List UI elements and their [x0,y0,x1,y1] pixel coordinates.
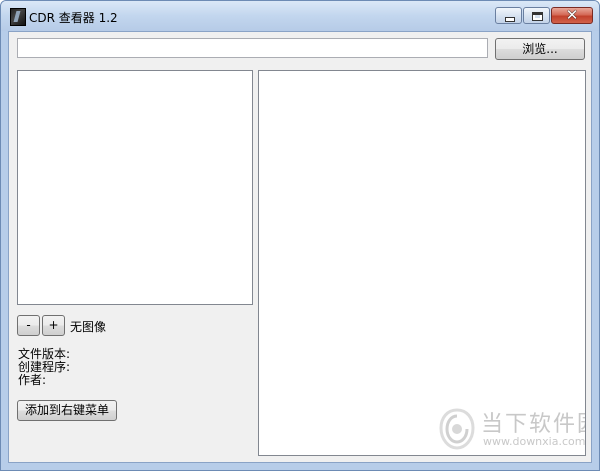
minimize-button[interactable] [495,7,522,24]
maximize-button[interactable] [523,7,550,24]
author-label: 作者: [18,373,47,387]
file-path-input[interactable] [17,38,488,58]
client-area: 浏览... - + 无图像 文件版本: 创建程序: 作者: 添加到右键菜单 当下… [8,31,592,463]
browse-button[interactable]: 浏览... [495,38,585,60]
cdr-app-icon [10,8,26,26]
zoom-in-button[interactable]: + [42,315,65,336]
minimize-icon [505,17,515,22]
downxia-logo-icon [439,408,475,450]
watermark: 当下软件园 www.downxia.com [439,398,586,455]
image-status-label: 无图像 [70,320,107,334]
close-icon: ✕ [565,6,579,24]
title-bar[interactable]: CDR 查看器 1.2 ✕ [1,1,599,31]
caption-buttons: ✕ [495,6,593,25]
thumbnail-list[interactable] [17,70,253,305]
app-window: CDR 查看器 1.2 ✕ 浏览... - + 无图像 文件版本: 创建程序: … [0,0,600,471]
add-context-menu-button[interactable]: 添加到右键菜单 [17,400,117,421]
maximize-icon [532,12,543,21]
zoom-out-button[interactable]: - [17,315,40,336]
close-button[interactable]: ✕ [551,6,593,24]
window-title: CDR 查看器 1.2 [29,11,118,25]
watermark-title: 当下软件园 [481,412,585,437]
watermark-url: www.downxia.com [483,435,586,448]
image-preview-panel: 当下软件园 www.downxia.com [258,70,586,456]
